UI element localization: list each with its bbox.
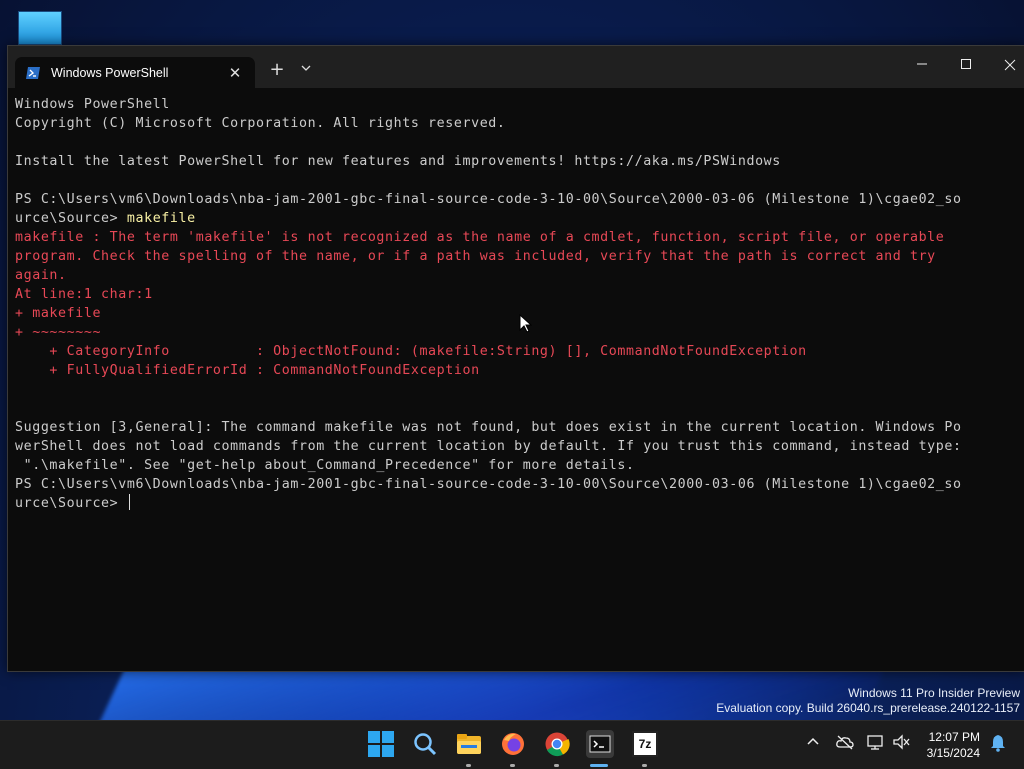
console-line-text: PS C:\Users\vm6\Downloads\nba-jam-2001-g… bbox=[15, 477, 962, 492]
7zip-label: 7z bbox=[638, 737, 652, 751]
maximize-button[interactable] bbox=[951, 56, 981, 76]
terminal-window: Windows PowerShell ✕ + Windows PowerShel… bbox=[7, 45, 1024, 672]
7zip-icon[interactable]: 7z bbox=[632, 731, 658, 757]
cloud-offline-icon[interactable] bbox=[835, 733, 855, 751]
notification-bell-icon[interactable] bbox=[990, 734, 1006, 752]
console-line: PS C:\Users\vm6\Downloads\nba-jam-2001-g… bbox=[15, 190, 1015, 209]
console-line-text: + CategoryInfo : ObjectNotFound: (makefi… bbox=[15, 344, 807, 359]
console-line-text: urce\Source> bbox=[15, 496, 127, 511]
system-clock[interactable]: 12:07 PM 3/15/2024 bbox=[927, 729, 980, 761]
title-bar[interactable]: Windows PowerShell ✕ + bbox=[8, 46, 1024, 88]
explorer-running-indicator bbox=[466, 764, 471, 767]
text-cursor[interactable] bbox=[128, 494, 130, 510]
desktop-computer-icon[interactable] bbox=[18, 11, 62, 50]
tab-title: Windows PowerShell bbox=[51, 65, 169, 80]
chrome-running-indicator bbox=[554, 764, 559, 767]
close-window-button[interactable] bbox=[995, 56, 1024, 76]
console-line: program. Check the spelling of the name,… bbox=[15, 247, 1015, 266]
minimize-icon bbox=[917, 63, 927, 65]
console-line-text: Copyright (C) Microsoft Corporation. All… bbox=[15, 116, 506, 131]
console-line-text: At line:1 char:1 bbox=[15, 287, 153, 302]
network-icon[interactable] bbox=[866, 733, 886, 751]
firefox-icon[interactable] bbox=[500, 731, 526, 757]
console-line: Install the latest PowerShell for new fe… bbox=[15, 152, 1015, 171]
console-line-text: Suggestion [3,General]: The command make… bbox=[15, 420, 962, 435]
entered-command: makefile bbox=[126, 211, 196, 226]
start-icon[interactable] bbox=[368, 731, 394, 757]
console-line-text: urce\Source> bbox=[15, 211, 127, 226]
volume-muted-icon[interactable] bbox=[892, 733, 912, 751]
console-line: urce\Source> bbox=[15, 494, 1015, 513]
console-line: + ~~~~~~~~ bbox=[15, 323, 1015, 342]
tab-windows-powershell[interactable]: Windows PowerShell ✕ bbox=[15, 57, 255, 88]
powershell-icon bbox=[26, 66, 40, 79]
file-explorer-icon[interactable] bbox=[456, 731, 482, 757]
chevron-up-icon[interactable] bbox=[803, 733, 823, 751]
clock-date: 3/15/2024 bbox=[926, 746, 980, 760]
terminal-active-indicator bbox=[590, 764, 608, 767]
console-line-text: + makefile bbox=[15, 306, 102, 321]
console-line-text: + FullyQualifiedErrorId : CommandNotFoun… bbox=[15, 363, 480, 378]
console-line: + CategoryInfo : ObjectNotFound: (makefi… bbox=[15, 342, 1015, 361]
new-tab-button[interactable]: + bbox=[266, 59, 288, 80]
minimize-button[interactable] bbox=[907, 56, 937, 76]
console-line-text: program. Check the spelling of the name,… bbox=[15, 249, 936, 264]
console-line-text: werShell does not load commands from the… bbox=[15, 439, 962, 454]
build-watermark: Windows 11 Pro Insider Preview Evaluatio… bbox=[716, 686, 1020, 716]
close-icon bbox=[1004, 59, 1016, 71]
console-line: ".\makefile". See "get-help about_Comman… bbox=[15, 456, 1015, 475]
console-line-text: again. bbox=[15, 268, 67, 283]
console-line: + makefile bbox=[15, 304, 1015, 323]
console-line-text: makefile : The term 'makefile' is not re… bbox=[15, 230, 945, 245]
firefox-running-indicator bbox=[510, 764, 515, 767]
chrome-icon[interactable] bbox=[544, 731, 570, 757]
console-line-text: Install the latest PowerShell for new fe… bbox=[15, 154, 781, 169]
close-tab-icon[interactable]: ✕ bbox=[227, 64, 243, 82]
console-line: makefile : The term 'makefile' is not re… bbox=[15, 228, 1015, 247]
console-line: Copyright (C) Microsoft Corporation. All… bbox=[15, 114, 1015, 133]
console-line: + FullyQualifiedErrorId : CommandNotFoun… bbox=[15, 361, 1015, 380]
console-line: At line:1 char:1 bbox=[15, 285, 1015, 304]
console-line: Windows PowerShell bbox=[15, 95, 1015, 114]
console-line: PS C:\Users\vm6\Downloads\nba-jam-2001-g… bbox=[15, 475, 1015, 494]
watermark-edition: Windows 11 Pro Insider Preview bbox=[848, 686, 1020, 700]
console-line: again. bbox=[15, 266, 1015, 285]
mouse-pointer-icon bbox=[519, 314, 532, 333]
terminal-icon[interactable] bbox=[586, 730, 614, 758]
console-line-text: PS C:\Users\vm6\Downloads\nba-jam-2001-g… bbox=[15, 192, 962, 207]
7zip-running-indicator bbox=[642, 764, 647, 767]
console-line: Suggestion [3,General]: The command make… bbox=[15, 418, 1015, 437]
search-icon[interactable] bbox=[412, 731, 438, 757]
console-output[interactable]: Windows PowerShell Copyright (C) Microsof… bbox=[15, 95, 1015, 513]
console-line-text: + ~~~~~~~~ bbox=[15, 325, 102, 340]
console-line-text: Windows PowerShell bbox=[15, 97, 170, 112]
watermark-build: Evaluation copy. Build 26040.rs_prerelea… bbox=[716, 701, 1020, 715]
clock-time: 12:07 PM bbox=[928, 730, 980, 744]
maximize-icon bbox=[961, 59, 971, 69]
tab-dropdown-chevron-icon[interactable] bbox=[297, 61, 315, 75]
console-line: werShell does not load commands from the… bbox=[15, 437, 1015, 456]
console-line: urce\Source> makefile bbox=[15, 209, 1015, 228]
taskbar: 7z 12:07 PM 3/15/2024 bbox=[0, 720, 1024, 769]
console-line-text: ".\makefile". See "get-help about_Comman… bbox=[15, 458, 635, 473]
